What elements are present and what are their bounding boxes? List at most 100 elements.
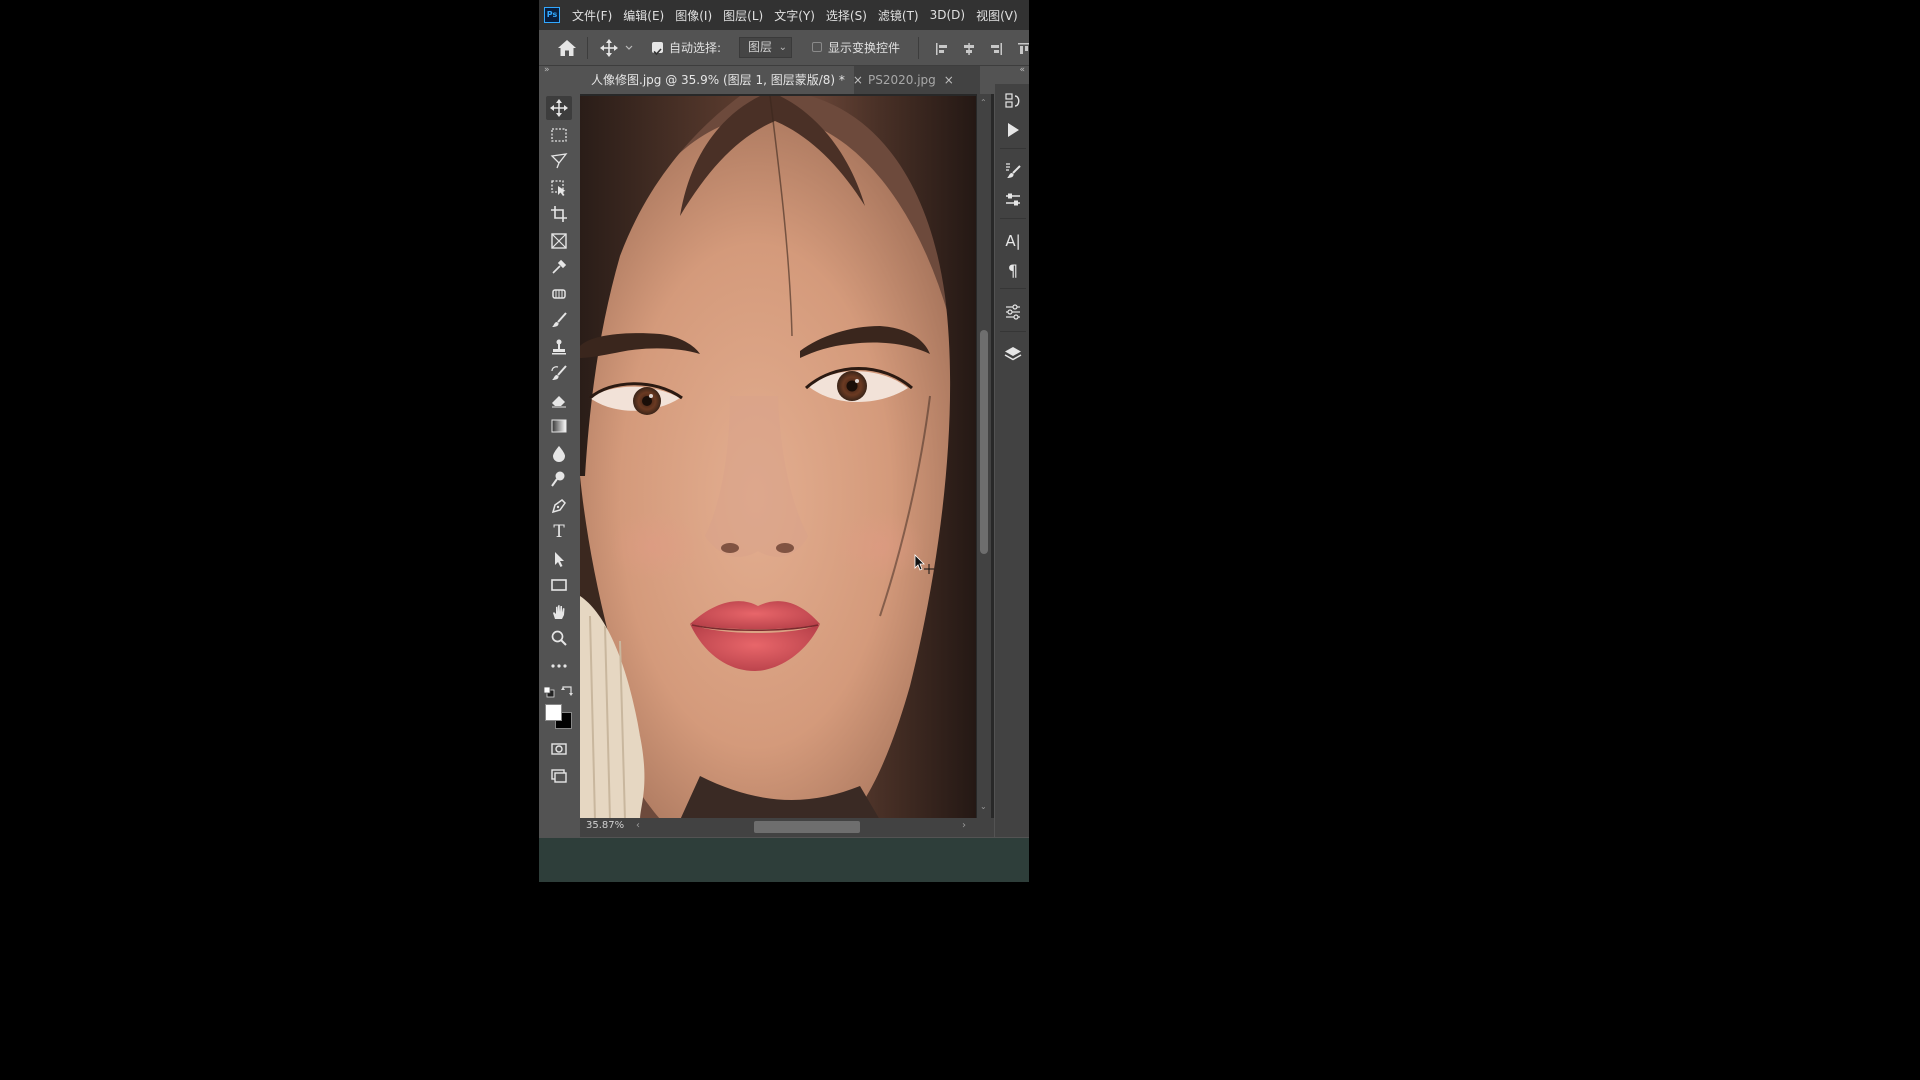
scroll-down-icon[interactable]: ⌄ (980, 802, 987, 811)
type-tool[interactable]: T (549, 522, 569, 542)
vertical-scroll-thumb[interactable] (980, 330, 988, 554)
scroll-up-icon[interactable]: ⌃ (980, 98, 987, 107)
stamp-icon (552, 339, 566, 355)
menu-layer[interactable]: 图层(L) (723, 7, 763, 24)
move-cursor-icon (914, 554, 934, 574)
object-selection-tool[interactable] (549, 178, 569, 198)
align-left-button[interactable] (935, 41, 949, 55)
default-colors-button[interactable] (543, 683, 555, 698)
menu-select[interactable]: 选择(S) (826, 7, 867, 24)
brush-settings-icon (1006, 163, 1021, 178)
photoshop-logo-icon: Ps (544, 7, 560, 23)
auto-select-target-value: 图层 (748, 40, 773, 54)
eyedropper-tool[interactable] (549, 257, 569, 277)
object-selection-icon (551, 180, 566, 196)
show-transform-checkbox[interactable] (812, 42, 822, 52)
zoom-tool[interactable] (549, 628, 569, 648)
separator (1000, 148, 1026, 149)
align-center-button[interactable] (962, 41, 976, 55)
document-canvas[interactable]: ⌃ ⌄ (580, 94, 994, 818)
collapse-right-panel-button[interactable]: « (1007, 65, 1029, 79)
horizontal-scroll-thumb[interactable] (754, 821, 860, 833)
foreground-color-swatch[interactable] (545, 704, 562, 721)
move-tool[interactable] (546, 96, 572, 120)
separator (1000, 288, 1026, 289)
more-dots-icon (551, 664, 567, 668)
document-tabs: 人像修图.jpg @ 35.9% (图层 1, 图层蒙版/8) * × PS202… (580, 66, 980, 94)
menu-type[interactable]: 文字(Y) (774, 7, 815, 24)
layers-panel-button[interactable] (1002, 343, 1024, 365)
menu-filter[interactable]: 滤镜(T) (878, 7, 919, 24)
edit-toolbar-button[interactable] (549, 656, 569, 676)
rectangular-marquee-tool[interactable] (549, 125, 569, 145)
menu-view[interactable]: 视图(V) (976, 7, 1018, 24)
swap-colors-button[interactable] (561, 682, 573, 696)
character-icon: A| (1005, 232, 1021, 250)
lasso-tool[interactable] (549, 151, 569, 171)
brush-settings-button[interactable] (1002, 160, 1024, 182)
portrait-photo (580, 96, 976, 818)
frame-tool[interactable] (549, 231, 569, 251)
history-brush-tool[interactable] (549, 363, 569, 383)
character-panel-button[interactable]: A| (1002, 230, 1024, 252)
dodge-icon (551, 471, 565, 487)
vertical-scrollbar[interactable]: ⌃ ⌄ (977, 94, 991, 818)
path-selection-tool[interactable] (549, 549, 569, 569)
auto-select-target-dropdown[interactable]: 图层 ⌄ (739, 37, 792, 58)
history-icon (1005, 93, 1020, 108)
tab-ps2020[interactable]: PS2020.jpg × (854, 66, 980, 94)
zoom-level-field[interactable]: 35.87% (586, 820, 624, 831)
adjustments-icon (1006, 304, 1020, 320)
menu-image[interactable]: 图像(I) (675, 7, 712, 24)
actions-panel-button[interactable] (1002, 119, 1024, 141)
menu-items: 文件(F) 编辑(E) 图像(I) 图层(L) 文字(Y) 选择(S) 滤镜(T… (572, 0, 1029, 30)
brush-tool[interactable] (549, 310, 569, 330)
screen-mode-icon (551, 769, 567, 783)
paragraph-icon: ¶ (1007, 260, 1019, 280)
dodge-tool[interactable] (549, 469, 569, 489)
home-button[interactable] (557, 39, 577, 57)
separator (918, 37, 919, 59)
adjustments-panel-button[interactable] (1002, 301, 1024, 323)
path-selection-icon (555, 552, 564, 567)
tab-portrait-retouch[interactable]: 人像修图.jpg @ 35.9% (图层 1, 图层蒙版/8) * × (580, 66, 863, 94)
blur-tool[interactable] (549, 443, 569, 463)
right-panel-dock: A| ¶ (995, 84, 1029, 837)
gradient-tool[interactable] (549, 416, 569, 436)
pen-icon (551, 499, 566, 514)
history-panel-button[interactable] (1002, 90, 1024, 112)
close-icon[interactable]: × (944, 73, 954, 87)
crop-tool[interactable] (549, 204, 569, 224)
menu-3d[interactable]: 3D(D) (930, 8, 965, 22)
pen-tool[interactable] (549, 496, 569, 516)
properties-panel-button[interactable] (1002, 189, 1024, 211)
rectangle-tool[interactable] (549, 575, 569, 595)
home-icon (558, 40, 576, 56)
show-transform-label: 显示变换控件 (828, 41, 901, 55)
frame-icon (551, 233, 567, 249)
align-horizontal-center-icon (964, 43, 974, 55)
move-icon (550, 99, 568, 117)
quick-mask-button[interactable] (549, 739, 569, 759)
tools-panel: T (541, 86, 577, 798)
properties-sliders-icon (1006, 193, 1020, 206)
collapse-left-panel-button[interactable]: » (539, 65, 561, 79)
align-right-button[interactable] (989, 41, 1003, 55)
clone-stamp-tool[interactable] (549, 337, 569, 357)
paragraph-panel-button[interactable]: ¶ (1002, 259, 1024, 281)
tool-preset-picker[interactable] (600, 39, 634, 57)
scroll-right-icon[interactable]: › (962, 820, 966, 831)
move-tool-icon (600, 39, 633, 57)
eraser-tool[interactable] (549, 390, 569, 410)
align-top-button[interactable] (1017, 41, 1029, 55)
scroll-left-icon[interactable]: ‹ (636, 820, 640, 831)
history-brush-icon (551, 365, 567, 380)
spot-healing-tool[interactable] (549, 284, 569, 304)
auto-select-checkbox[interactable] (652, 42, 663, 56)
screen-mode-button[interactable] (549, 766, 569, 786)
hand-tool[interactable] (549, 602, 569, 622)
menu-file[interactable]: 文件(F) (572, 7, 612, 24)
menu-edit[interactable]: 编辑(E) (623, 7, 664, 24)
type-icon: T (553, 522, 565, 542)
eyedropper-icon (552, 259, 567, 274)
